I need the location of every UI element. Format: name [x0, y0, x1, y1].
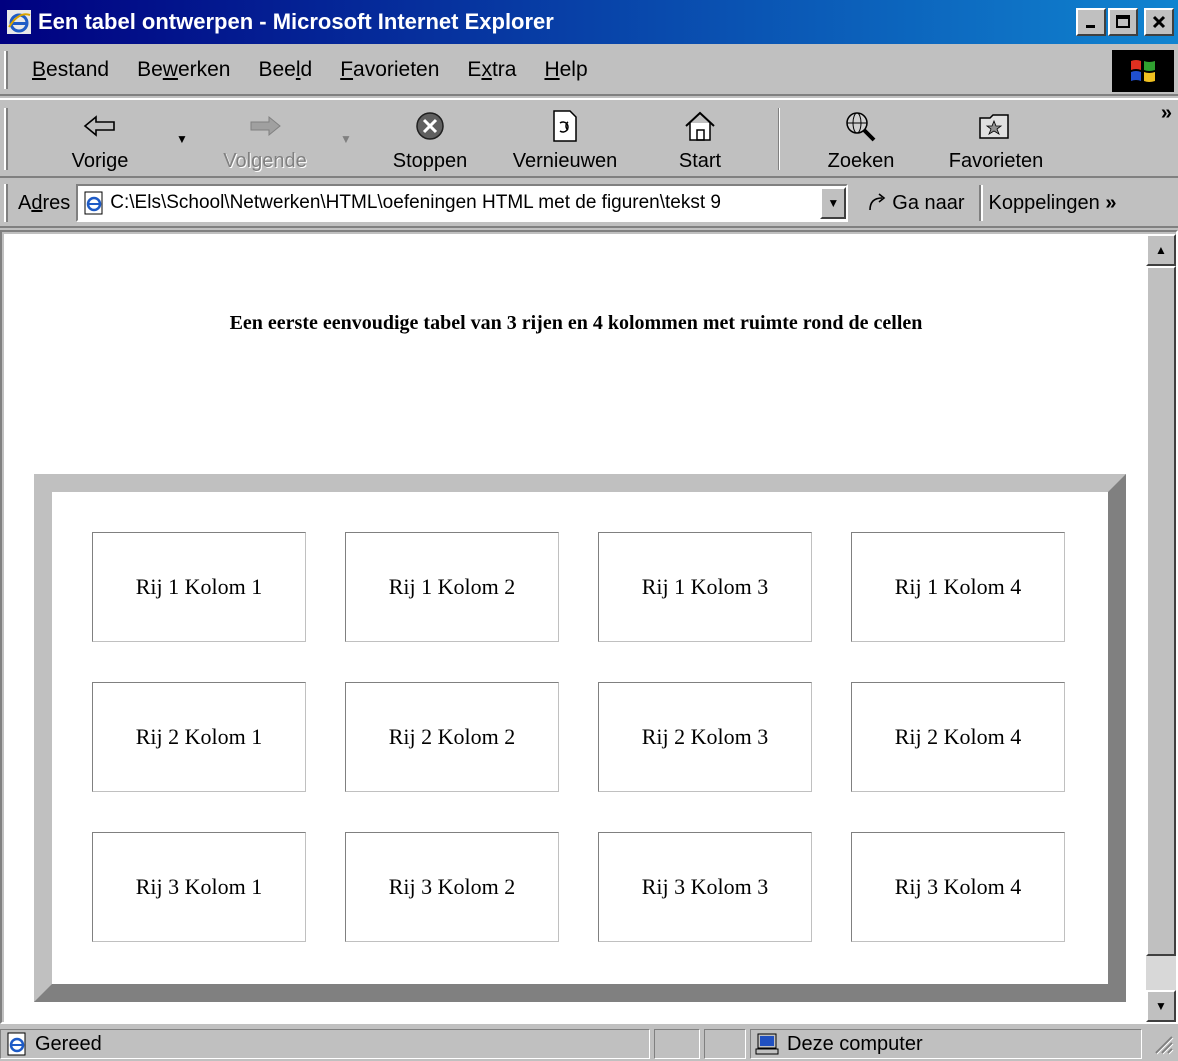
- addressbar-separator: [978, 185, 983, 221]
- address-label: Adres: [18, 191, 71, 214]
- status-zone-panel: Deze computer: [750, 1029, 1142, 1059]
- menu-favorieten[interactable]: Favorieten: [326, 58, 453, 82]
- links-button[interactable]: Koppelingen »: [989, 192, 1117, 215]
- menu-extra[interactable]: Extra: [453, 58, 530, 82]
- home-button[interactable]: Start: [660, 104, 740, 176]
- table-cell: Rij 1 Kolom 1: [92, 532, 306, 642]
- table-cell: Rij 2 Kolom 3: [598, 682, 812, 792]
- address-input[interactable]: C:\Els\School\Netwerken\HTML\oefeningen …: [110, 192, 820, 214]
- table-cell: Rij 1 Kolom 3: [598, 532, 812, 642]
- go-arrow-icon: [869, 193, 886, 211]
- menu-bar: Bestand Bewerken Beeld Favorieten Extra …: [0, 46, 1178, 96]
- status-progress-panel: [654, 1029, 700, 1059]
- table-cell: Rij 2 Kolom 1: [92, 682, 306, 792]
- status-text: Gereed: [35, 1032, 102, 1055]
- maximize-icon: [1116, 15, 1130, 28]
- toolbar-separator: [778, 108, 780, 170]
- addressbar-grip[interactable]: [4, 184, 8, 222]
- favorites-button[interactable]: Favorieten: [936, 104, 1056, 176]
- close-button[interactable]: [1144, 8, 1174, 36]
- web-page: Een eerste eenvoudige tabel van 3 rijen …: [4, 234, 1146, 1022]
- address-field[interactable]: C:\Els\School\Netwerken\HTML\oefeningen …: [76, 184, 849, 222]
- table-cell: Rij 3 Kolom 3: [598, 832, 812, 942]
- demo-table: Rij 1 Kolom 1 Rij 1 Kolom 2 Rij 1 Kolom …: [34, 474, 1126, 1002]
- table-cell: Rij 1 Kolom 4: [851, 532, 1065, 642]
- home-icon: [685, 111, 715, 141]
- page-heading: Een eerste eenvoudige tabel van 3 rijen …: [229, 312, 923, 334]
- status-secure-panel: [704, 1029, 746, 1059]
- refresh-button[interactable]: Vernieuwen: [500, 104, 630, 176]
- status-text-panel: Gereed: [0, 1029, 650, 1059]
- menu-help[interactable]: Help: [530, 58, 601, 82]
- search-globe-icon: [846, 112, 876, 142]
- forward-button: Volgende: [210, 104, 320, 176]
- computer-icon: [755, 1033, 779, 1055]
- menu-bewerken[interactable]: Bewerken: [123, 58, 244, 82]
- stop-icon: [416, 112, 444, 140]
- back-arrow-icon: [83, 115, 115, 137]
- table-cell: Rij 2 Kolom 2: [345, 682, 559, 792]
- table-cell: Rij 3 Kolom 2: [345, 832, 559, 942]
- address-dropdown-button[interactable]: ▼: [820, 187, 847, 219]
- search-button[interactable]: Zoeken: [806, 104, 916, 176]
- browser-window: Een tabel ontwerpen - Microsoft Internet…: [0, 0, 1178, 1061]
- page-status-icon: [7, 1032, 26, 1056]
- forward-history-dropdown: ▼: [340, 132, 352, 146]
- minimize-button[interactable]: [1076, 8, 1106, 36]
- menu-beeld[interactable]: Beeld: [244, 58, 326, 82]
- table-cell: Rij 3 Kolom 1: [92, 832, 306, 942]
- back-history-dropdown[interactable]: ▼: [176, 132, 188, 146]
- windows-logo-icon: [1112, 50, 1174, 92]
- toolbar-more-chevron[interactable]: »: [1161, 102, 1172, 125]
- menu-bestand[interactable]: Bestand: [18, 58, 123, 82]
- page-icon: [84, 191, 103, 215]
- chevron-down-icon: ▼: [827, 196, 840, 210]
- status-bar: Gereed Deze computer: [0, 1027, 1178, 1061]
- maximize-button[interactable]: [1108, 8, 1138, 36]
- scroll-up-button[interactable]: ▲: [1146, 234, 1176, 266]
- back-button[interactable]: Vorige: [60, 104, 140, 176]
- toolbar-grip[interactable]: [4, 108, 8, 170]
- go-button[interactable]: Ga naar: [866, 192, 965, 215]
- standard-toolbar: Vorige ▼ Volgende ▼ Stoppen Vernieuwen S…: [0, 98, 1178, 178]
- close-icon: [1152, 15, 1166, 29]
- content-frame: Een eerste eenvoudige tabel van 3 rijen …: [0, 230, 1178, 1024]
- zone-text: Deze computer: [787, 1032, 923, 1055]
- resize-grip-icon[interactable]: [1152, 1033, 1174, 1055]
- menubar-grip[interactable]: [4, 51, 8, 89]
- stop-button[interactable]: Stoppen: [380, 104, 480, 176]
- scroll-down-button[interactable]: ▼: [1146, 990, 1176, 1022]
- forward-arrow-icon: [250, 115, 281, 137]
- ie-logo-icon: [7, 10, 31, 34]
- table-cell: Rij 2 Kolom 4: [851, 682, 1065, 792]
- minimize-icon: [1086, 25, 1095, 28]
- refresh-icon: [553, 110, 577, 142]
- window-title: Een tabel ontwerpen - Microsoft Internet…: [38, 9, 554, 34]
- scroll-up-icon: ▲: [1155, 243, 1167, 257]
- address-bar: Adres C:\Els\School\Netwerken\HTML\oefen…: [0, 180, 1178, 228]
- vertical-scrollbar[interactable]: ▲ ▼: [1146, 234, 1176, 1022]
- table-cell: Rij 1 Kolom 2: [345, 532, 559, 642]
- scroll-down-icon: ▼: [1155, 999, 1167, 1013]
- scroll-thumb[interactable]: [1146, 266, 1176, 956]
- title-bar[interactable]: Een tabel ontwerpen - Microsoft Internet…: [0, 0, 1178, 44]
- favorites-folder-icon: [979, 114, 1009, 139]
- table-cell: Rij 3 Kolom 4: [851, 832, 1065, 942]
